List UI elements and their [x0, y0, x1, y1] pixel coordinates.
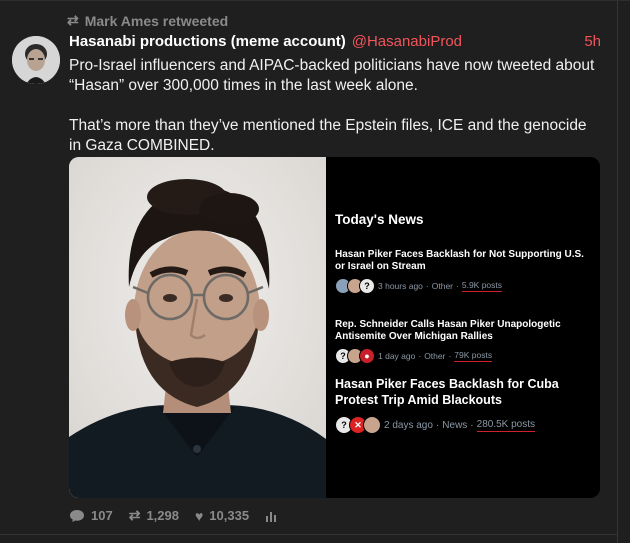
news-age: 3 hours ago: [378, 281, 423, 291]
retweet-label: Mark Ames retweeted: [84, 12, 229, 29]
avatar-stack: ? ●: [335, 348, 375, 364]
analytics-button[interactable]: [265, 510, 277, 522]
news-age: 2 days ago: [384, 419, 433, 431]
news-logo-icon: ●: [359, 348, 375, 364]
author-name[interactable]: Hasanabi productions (meme account): [69, 33, 346, 50]
meta-separator: ·: [448, 351, 452, 361]
tweet-paragraph: That’s more than they’ve mentioned the E…: [69, 117, 587, 154]
like-count: 10,335: [209, 508, 250, 523]
news-post-count: 280.5K posts: [476, 418, 536, 432]
news-headline: Rep. Schneider Calls Hasan Piker Unapolo…: [335, 319, 561, 342]
news-post-count: 79K posts: [454, 350, 493, 362]
like-button[interactable]: ♥ 10,335: [195, 508, 249, 524]
tweet-timestamp[interactable]: 5h: [584, 33, 601, 50]
portrait-image: [69, 157, 326, 498]
tweet-body: Pro-Israel influencers and AIPAC-backed …: [69, 56, 599, 156]
avatar-stack: ? ✕: [335, 416, 381, 434]
meta-separator: ·: [418, 351, 422, 361]
news-item[interactable]: Rep. Schneider Calls Hasan Piker Unapolo…: [335, 319, 590, 364]
heart-icon: ♥: [194, 507, 204, 524]
news-headline: Hasan Piker Faces Backlash for Not Suppo…: [335, 249, 584, 272]
avatar[interactable]: [12, 36, 60, 84]
tweet-actions: 107 ⇄ 1,298 ♥ 10,335: [69, 507, 277, 524]
retweet-count: 1,298: [146, 508, 179, 523]
divider: [617, 1, 618, 543]
meta-separator: ·: [425, 281, 429, 291]
meta-separator: ·: [470, 419, 474, 431]
news-panel: Today's News Hasan Piker Faces Backlash …: [326, 157, 600, 498]
news-category: Other: [424, 351, 446, 361]
divider: [0, 534, 618, 535]
reply-icon: [70, 509, 84, 522]
retweet-icon: ⇄: [128, 507, 141, 523]
retweet-context[interactable]: ⇄ Mark Ames retweeted: [67, 12, 228, 29]
tweet-card: ⇄ Mark Ames retweeted Hasanabi productio…: [0, 0, 630, 543]
retweet-icon: ⇄: [67, 12, 79, 28]
avatar-stack: ?: [335, 278, 375, 294]
news-post-count: 5.9K posts: [461, 280, 503, 292]
news-category: News: [442, 419, 468, 431]
tweet-paragraph: Pro-Israel influencers and AIPAC-backed …: [69, 57, 595, 94]
news-category: Other: [431, 281, 454, 291]
avatar: [363, 416, 381, 434]
tweet-media[interactable]: Today's News Hasan Piker Faces Backlash …: [69, 157, 600, 498]
news-item[interactable]: Hasan Piker Faces Backlash for Cuba Prot…: [335, 376, 575, 434]
news-item[interactable]: Hasan Piker Faces Backlash for Not Suppo…: [335, 249, 590, 294]
reply-count: 107: [91, 508, 113, 523]
bar-chart-icon: [266, 511, 277, 522]
tweet-header: Hasanabi productions (meme account) @Has…: [69, 33, 601, 50]
news-meta: ? ● 1 day ago · Other · 79K posts: [335, 348, 590, 364]
question-icon: ?: [359, 278, 375, 294]
retweet-button[interactable]: ⇄ 1,298: [129, 507, 179, 524]
news-age: 1 day ago: [378, 351, 416, 361]
news-section-title: Today's News: [335, 212, 424, 227]
meta-separator: ·: [456, 281, 459, 291]
news-meta: ? ✕ 2 days ago · News · 280.5K posts: [335, 416, 575, 434]
author-handle[interactable]: @HasanabiProd: [352, 33, 462, 50]
news-headline: Hasan Piker Faces Backlash for Cuba Prot…: [335, 377, 559, 407]
news-meta: ? 3 hours ago · Other · 5.9K posts: [335, 278, 590, 294]
reply-button[interactable]: 107: [69, 508, 113, 523]
meta-separator: ·: [435, 419, 440, 431]
